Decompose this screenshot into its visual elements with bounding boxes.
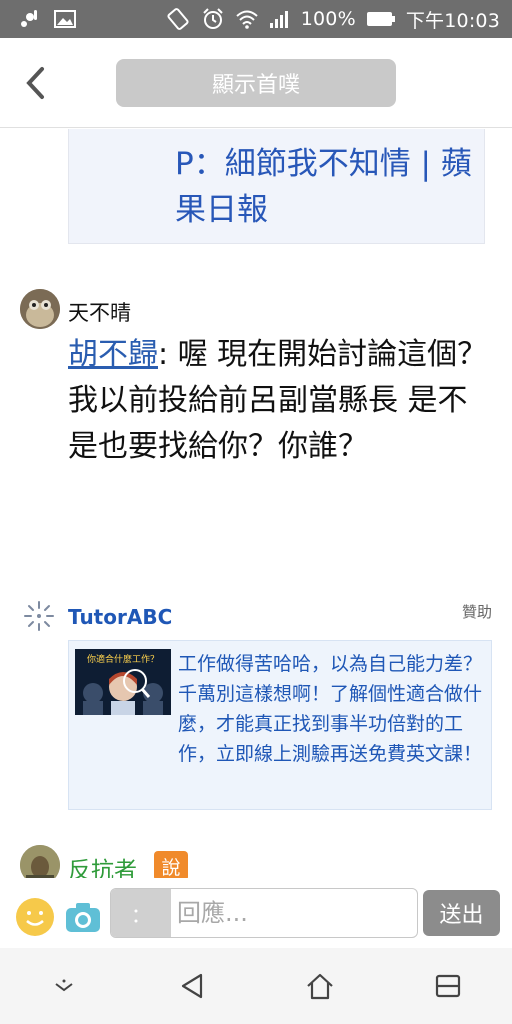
quoted-link-card[interactable]: P：細節我不知情 | 蘋果日報 bbox=[68, 129, 485, 244]
mention-link[interactable]: 胡不歸 bbox=[68, 337, 158, 372]
camera-button[interactable] bbox=[64, 900, 102, 934]
clock: 下午10:03 bbox=[405, 9, 500, 32]
post-body: 胡不歸: 喔 現在開始討論這個？ 我以前投給前呂副當縣長 是不是也要找給你？你誰… bbox=[68, 332, 488, 470]
recents-icon bbox=[435, 974, 461, 998]
image-icon bbox=[54, 10, 76, 28]
plurk-notification-icon bbox=[18, 8, 40, 30]
ad-text[interactable]: 工作做得苦哈哈，以為自己能力差？千萬別這樣想啊！了解個性適合做什麼，才能真正找到… bbox=[178, 649, 483, 769]
reply-field[interactable]: ： bbox=[110, 888, 418, 938]
post-username[interactable]: 天不晴 bbox=[68, 297, 131, 327]
show-home-button[interactable]: 顯示首噗 bbox=[116, 59, 396, 107]
camera-icon bbox=[66, 903, 100, 932]
ad-thumbnail[interactable]: 你適合什麼工作？ bbox=[75, 649, 171, 715]
battery-percent: 100% bbox=[300, 8, 356, 30]
nav-home-button[interactable] bbox=[290, 956, 350, 1016]
quoted-link-text[interactable]: P：細節我不知情 | 蘋果日報 bbox=[175, 141, 475, 233]
back-triangle-icon bbox=[181, 973, 203, 999]
avatar[interactable] bbox=[20, 289, 60, 329]
back-arrow-icon bbox=[26, 67, 44, 99]
comment-bar: ： 送出 bbox=[0, 878, 512, 948]
sponsored-label: 贊助 bbox=[461, 603, 492, 621]
alarm-icon bbox=[201, 7, 225, 31]
emoji-button[interactable] bbox=[16, 898, 54, 936]
plurk-thread: P：細節我不知情 | 蘋果日報 天不晴 胡不歸: 喔 現在開始討論這個？ 我以前… bbox=[0, 129, 512, 939]
reply-input[interactable] bbox=[173, 889, 417, 937]
nav-back-button[interactable] bbox=[162, 956, 222, 1016]
sponsored-ad-card[interactable]: 你適合什麼工作？ 工作做得苦哈哈，以為自己能力差？千萬別這樣想啊！了解個性適合做… bbox=[68, 640, 492, 810]
status-bar: 100% 下午10:03 bbox=[0, 0, 512, 38]
system-nav-bar bbox=[0, 948, 512, 1024]
wifi-icon bbox=[235, 9, 259, 29]
nav-hide-button[interactable] bbox=[34, 956, 94, 1016]
qualifier-selector[interactable]: ： bbox=[111, 889, 171, 937]
qualifier-badge: 說 bbox=[154, 851, 188, 881]
home-icon bbox=[307, 973, 333, 1000]
top-nav: 顯示首噗 bbox=[0, 38, 512, 128]
vibrate-icon bbox=[165, 7, 191, 31]
battery-icon bbox=[366, 10, 396, 28]
sponsor-brand[interactable]: TutorABC bbox=[68, 605, 172, 629]
back-button[interactable] bbox=[20, 64, 50, 102]
signal-icon bbox=[269, 9, 291, 29]
smiley-icon bbox=[17, 899, 53, 935]
chevron-down-icon bbox=[55, 979, 73, 992]
sponsor-logo-icon bbox=[22, 599, 56, 633]
ad-thumbnail-title: 你適合什麼工作？ bbox=[86, 655, 159, 665]
nav-recents-button[interactable] bbox=[418, 956, 478, 1016]
send-button[interactable]: 送出 bbox=[423, 890, 500, 936]
